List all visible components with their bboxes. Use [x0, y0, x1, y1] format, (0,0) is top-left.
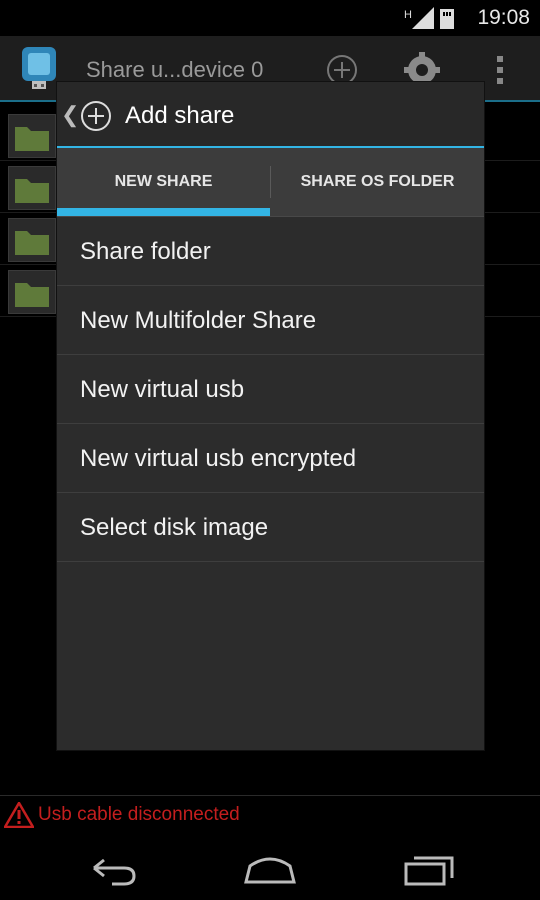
- share-options-menu: Share folder New Multifolder Share New v…: [57, 217, 484, 562]
- nav-recents-icon[interactable]: [398, 846, 458, 890]
- status-time: 19:08: [477, 6, 530, 29]
- menu-item-new-multifolder-share[interactable]: New Multifolder Share: [57, 286, 484, 355]
- usb-status-text: Usb cable disconnected: [38, 804, 240, 825]
- tab-selected-indicator: [57, 208, 270, 216]
- app-usb-icon[interactable]: [20, 47, 60, 91]
- folder-icon: [8, 114, 56, 158]
- dialog-tabs: NEW SHARE SHARE OS FOLDER: [57, 148, 484, 217]
- network-type-label: H: [404, 9, 412, 21]
- nav-home-icon[interactable]: [240, 846, 300, 890]
- tab-new-share[interactable]: NEW SHARE: [57, 148, 270, 216]
- navigation-bar: [0, 836, 540, 900]
- dialog-header: ❮ Add share: [57, 82, 484, 147]
- status-bar: H 19:08: [0, 0, 540, 36]
- back-chevron-icon[interactable]: ❮: [61, 102, 79, 128]
- warning-icon: [4, 802, 34, 828]
- menu-item-label: New virtual usb: [80, 376, 245, 403]
- menu-item-label: New Multifolder Share: [80, 307, 317, 334]
- menu-item-label: Share folder: [80, 238, 211, 265]
- add-circle-icon: [81, 101, 111, 131]
- menu-item-label: Select disk image: [80, 514, 269, 541]
- menu-item-new-virtual-usb-encrypted[interactable]: New virtual usb encrypted: [57, 424, 484, 493]
- folder-icon: [8, 218, 56, 262]
- menu-item-share-folder[interactable]: Share folder: [57, 217, 484, 286]
- dialog-title: Add share: [125, 102, 235, 129]
- status-divider: [0, 795, 540, 796]
- menu-item-select-disk-image[interactable]: Select disk image: [57, 493, 484, 562]
- app-title: Share u...device 0: [86, 57, 264, 82]
- tab-share-os-folder[interactable]: SHARE OS FOLDER: [271, 148, 484, 216]
- nav-back-icon[interactable]: [82, 846, 142, 890]
- menu-item-label: New virtual usb encrypted: [80, 445, 357, 472]
- add-share-dialog: ❮ Add share NEW SHARE SHARE OS FOLDER Sh…: [57, 82, 484, 750]
- signal-icon: H: [404, 7, 454, 29]
- folder-icon: [8, 166, 56, 210]
- folder-icon: [8, 270, 56, 314]
- menu-item-new-virtual-usb[interactable]: New virtual usb: [57, 355, 484, 424]
- overflow-menu-icon[interactable]: [494, 52, 506, 88]
